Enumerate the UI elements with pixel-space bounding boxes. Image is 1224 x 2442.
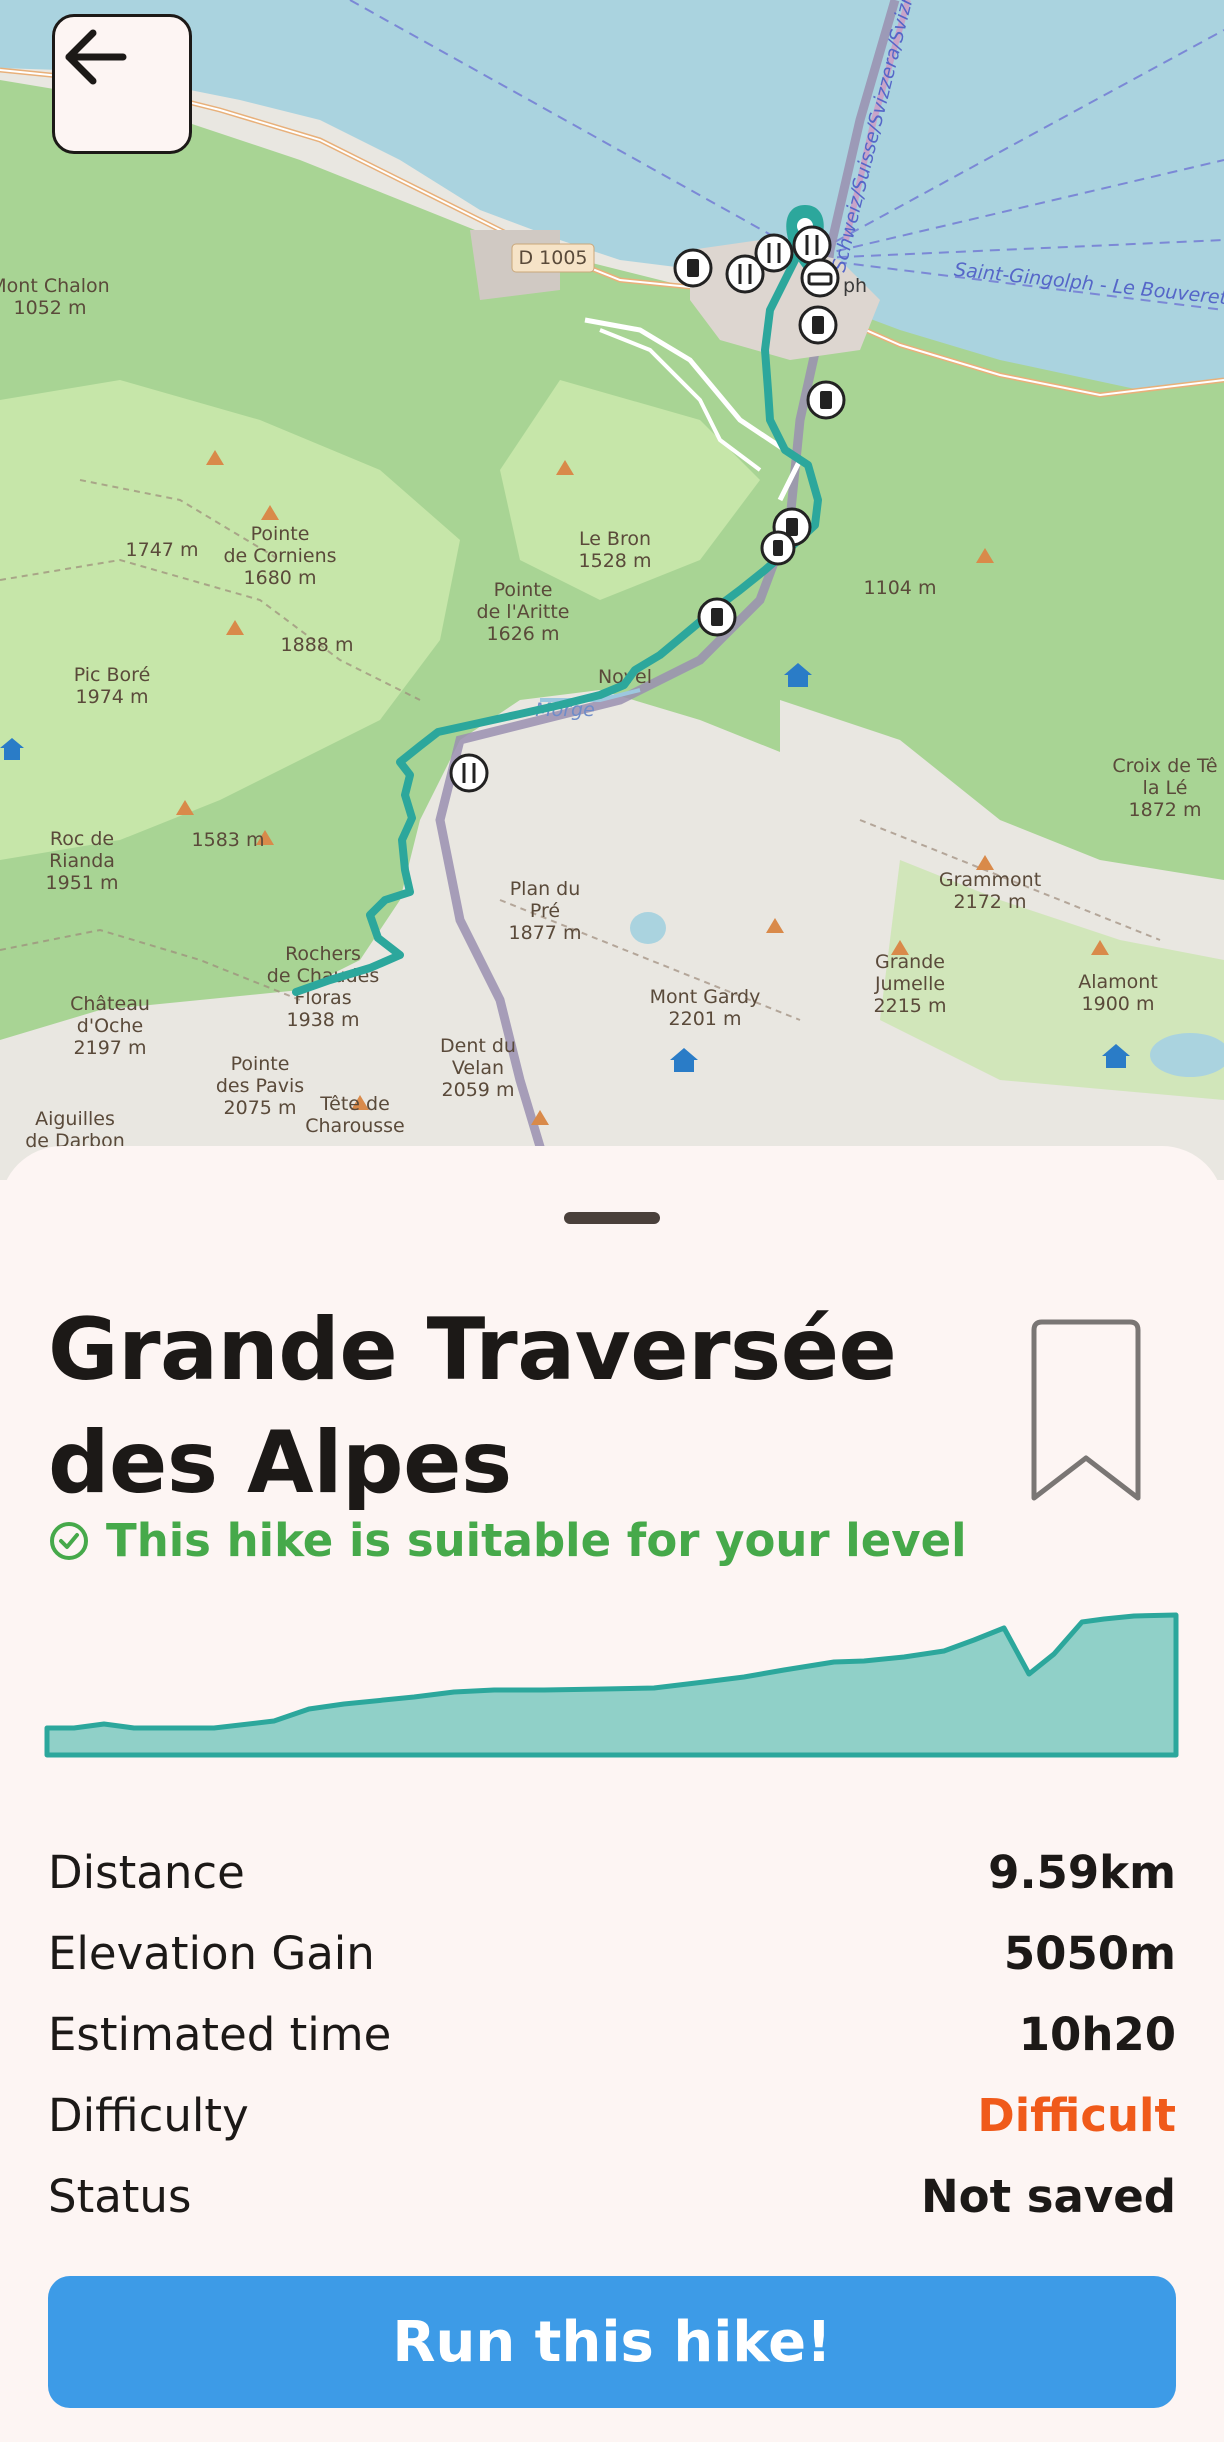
svg-text:Châteaud'Oche2197 m: Château d'Oche 2197 m	[70, 993, 150, 1059]
svg-text:1888 m: 1888 m	[281, 634, 354, 656]
svg-text:Le Bron1528 m: Le Bron 1528 m	[579, 528, 652, 572]
svg-text:1747 m: 1747 m	[126, 539, 199, 561]
stat-status: Status Not saved	[48, 2156, 1176, 2237]
stat-value: 10h20	[1018, 2008, 1176, 2061]
suitability-message: This hike is suitable for your level	[48, 1514, 967, 1567]
hike-details-sheet: Grande Traversée des Alpes This hike is …	[0, 1146, 1224, 2442]
svg-text:Alamont1900 m: Alamont 1900 m	[1078, 971, 1158, 1015]
back-button[interactable]	[52, 14, 192, 154]
svg-text:1104 m: 1104 m	[864, 577, 937, 599]
bookmark-button[interactable]	[1028, 1316, 1144, 1511]
map-label: Mont Chalon	[0, 275, 110, 297]
run-hike-button[interactable]: Run this hike!	[48, 2276, 1176, 2408]
stat-value: 5050m	[1003, 1927, 1176, 1980]
difficulty-value: Difficult	[977, 2089, 1176, 2142]
check-circle-icon	[50, 1521, 88, 1560]
arrow-left-icon	[65, 29, 127, 85]
svg-text:1583 m: 1583 m	[192, 829, 265, 851]
svg-text:Grammont2172 m: Grammont 2172 m	[939, 869, 1041, 913]
svg-text:Pic Boré1974 m: Pic Boré 1974 m	[74, 664, 151, 708]
stat-label: Distance	[48, 1846, 245, 1899]
svg-text:ph: ph	[843, 275, 867, 297]
hike-title: Grande Traversée des Alpes	[48, 1300, 897, 1513]
stat-value: 9.59km	[988, 1846, 1176, 1899]
road-label: D 1005	[511, 243, 595, 273]
drag-handle[interactable]	[564, 1212, 660, 1224]
sofa-icon[interactable]	[800, 258, 840, 298]
svg-text:D 1005: D 1005	[518, 247, 587, 269]
svg-text:Roc deRianda1951 m: Roc de Rianda 1951 m	[46, 828, 119, 894]
stat-label: Estimated time	[48, 2008, 392, 2061]
stat-label: Difficulty	[48, 2089, 249, 2142]
stat-label: Status	[48, 2170, 192, 2223]
stat-label: Elevation Gain	[48, 1927, 375, 1980]
bookmark-icon	[1031, 1319, 1141, 1501]
suitability-text: This hike is suitable for your level	[106, 1514, 967, 1567]
map[interactable]: Mont Chalon 1052 m D 1005 Pointe de Cornie…	[0, 0, 1224, 1180]
stat-estimated-time: Estimated time 10h20	[48, 1994, 1176, 2075]
stat-distance: Distance 9.59km	[48, 1832, 1176, 1913]
hike-stats: Distance 9.59km Elevation Gain 5050m Est…	[48, 1832, 1176, 2237]
elevation-profile	[44, 1612, 1179, 1758]
stat-difficulty: Difficulty Difficult	[48, 2075, 1176, 2156]
stat-elevation-gain: Elevation Gain 5050m	[48, 1913, 1176, 1994]
svg-text:GrandeJumelle2215 m: Grande Jumelle 2215 m	[874, 951, 947, 1017]
status-value: Not saved	[921, 2170, 1176, 2223]
